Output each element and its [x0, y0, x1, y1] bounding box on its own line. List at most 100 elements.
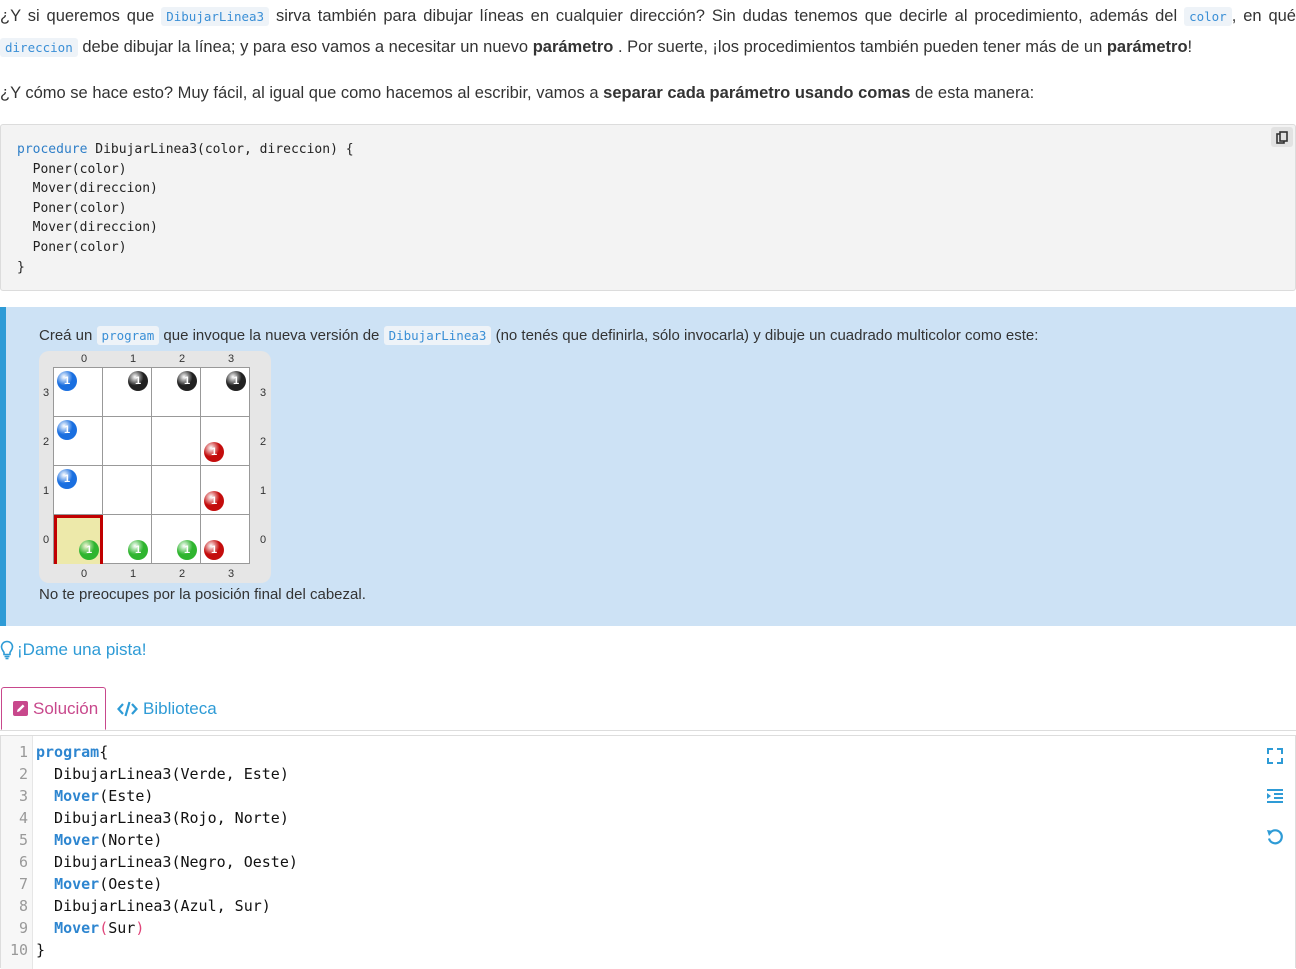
board-grid: 111111111111	[53, 367, 250, 564]
line-number: 8	[18, 897, 28, 915]
code-line[interactable]: DibujarLinea3(Azul, Sur)	[36, 895, 271, 917]
code-token: DibujarLinea3(Negro, Oeste)	[36, 853, 298, 871]
ball-green: 1	[79, 540, 99, 560]
inline-code: direccion	[0, 38, 78, 57]
hint-link[interactable]: ¡Dame una pista!	[0, 640, 146, 660]
copy-button[interactable]	[1271, 127, 1293, 147]
code-line[interactable]: }	[36, 939, 45, 961]
code-line[interactable]: Mover(Norte)	[36, 829, 162, 851]
text-span: ¿Y cómo se hace esto? Muy fácil, al igua…	[0, 84, 604, 102]
tab-solution[interactable]: Solución	[1, 687, 106, 730]
col-label: 2	[178, 353, 186, 365]
line-number: 2	[18, 765, 28, 783]
code-token: )	[135, 919, 145, 937]
code-text: Poner(color)	[17, 200, 127, 216]
code-line[interactable]: Mover(Este)	[36, 785, 153, 807]
line-number: 5	[18, 831, 28, 849]
line-number: 4	[18, 809, 28, 827]
copy-icon	[1276, 130, 1288, 144]
line-number: 10	[9, 941, 28, 959]
ball-blue: 1	[57, 420, 77, 440]
text-span: ¿Y si queremos que	[0, 7, 162, 25]
ball-blue: 1	[57, 371, 77, 391]
lightbulb-icon	[0, 640, 14, 660]
code-keyword: Mover	[54, 831, 100, 849]
row-label: 2	[259, 436, 267, 448]
line-number-gutter: 1 2 3 4 5 6 7 8 9 10	[1, 736, 33, 969]
code-token: DibujarLinea3(Rojo, Norte)	[36, 809, 289, 827]
tab-library-label: Biblioteca	[143, 698, 217, 718]
inline-code: color	[1184, 7, 1232, 26]
task-box: Creá un program que invoque la nueva ver…	[0, 307, 1296, 626]
row-label: 1	[259, 485, 267, 497]
ball-green: 1	[128, 540, 148, 560]
row-label: 3	[259, 387, 267, 399]
bold-text: separar cada parámetro usando comas	[603, 84, 911, 102]
board-cell	[103, 417, 152, 466]
tab-library[interactable]: Biblioteca	[117, 687, 217, 730]
line-number: 9	[18, 919, 28, 937]
col-label: 0	[80, 353, 88, 365]
row-label: 0	[259, 534, 267, 546]
code-keyword: Mover	[54, 875, 100, 893]
board-cell	[103, 466, 152, 515]
board-cell	[152, 466, 201, 515]
code-line[interactable]: Mover(Oeste)	[36, 873, 162, 895]
tab-solution-label: Solución	[33, 698, 99, 718]
intro-paragraph-2: ¿Y cómo se hace esto? Muy fácil, al igua…	[0, 78, 1296, 109]
code-token: }	[36, 941, 46, 959]
gobstones-board: 0 1 2 3 0 1 2 3 3 2 1 0 3 2 1 0 11111111…	[39, 351, 271, 583]
text-span: (no tenés que definirla, sólo invocarla)…	[491, 327, 1039, 344]
row-label: 2	[42, 436, 50, 448]
ball-black: 1	[226, 371, 246, 391]
code-line[interactable]: program{	[36, 741, 108, 763]
fullscreen-icon	[1267, 748, 1283, 764]
fullscreen-button[interactable]	[1263, 744, 1287, 768]
reset-icon	[1267, 829, 1283, 845]
code-line[interactable]: DibujarLinea3(Rojo, Norte)	[36, 807, 289, 829]
row-label: 1	[42, 485, 50, 497]
col-label: 1	[129, 353, 137, 365]
ball-red: 1	[204, 540, 224, 560]
code-line[interactable]: Mover(Sur)	[36, 917, 144, 939]
text-span: Creá un	[39, 327, 97, 344]
reset-button[interactable]	[1263, 825, 1287, 849]
intro-paragraph: ¿Y si queremos que DibujarLinea3 sirva t…	[0, 1, 1296, 63]
col-label: 3	[227, 568, 235, 580]
ball-black: 1	[128, 371, 148, 391]
text-span: !	[1187, 38, 1193, 56]
ball-blue: 1	[57, 469, 77, 489]
code-token: (Este)	[99, 787, 154, 805]
ball-red: 1	[204, 442, 224, 462]
code-text: DibujarLinea3(color, direccion) {	[87, 142, 354, 157]
code-token: (Norte)	[99, 831, 163, 849]
text-span: de esta manera:	[910, 84, 1035, 102]
line-number: 7	[18, 875, 28, 893]
code-text: Poner(color)	[17, 239, 127, 255]
text-span: que invoque la nueva versión de	[159, 327, 384, 344]
line-number: 6	[18, 853, 28, 871]
code-token: (Oeste)	[99, 875, 163, 893]
code-editor[interactable]: 1 2 3 4 5 6 7 8 9 10 program{ DibujarLinea3(Verde…	[0, 735, 1296, 969]
code-keyword: Mover	[54, 787, 100, 805]
editor-tabs: Solución Biblioteca	[0, 687, 1296, 731]
indent-button[interactable]	[1263, 784, 1287, 808]
code-line[interactable]: DibujarLinea3(Negro, Oeste)	[36, 851, 298, 873]
text-span: debe dibujar la línea; y para eso vamos …	[77, 38, 533, 56]
code-text: }	[17, 259, 25, 275]
col-label: 1	[129, 568, 137, 580]
code-text: Mover(direccion)	[17, 220, 158, 236]
inline-code: DibujarLinea3	[161, 7, 270, 26]
code-line[interactable]: DibujarLinea3(Verde, Este)	[36, 763, 289, 785]
hint-label: ¡Dame una pista!	[17, 640, 147, 659]
line-number: 1	[18, 743, 28, 761]
task-footer: No te preocupes por la posición final de…	[39, 586, 366, 603]
board-cell	[152, 417, 201, 466]
col-label: 3	[227, 353, 235, 365]
code-token: {	[99, 743, 109, 761]
code-token: (	[99, 919, 109, 937]
code-token: DibujarLinea3(Azul, Sur)	[36, 897, 271, 915]
